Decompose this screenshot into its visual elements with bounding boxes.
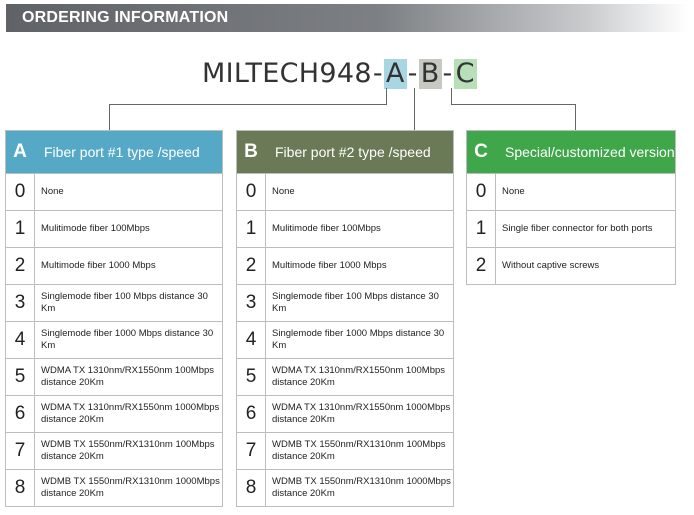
model-segment-b: B: [418, 58, 442, 89]
option-code: 3: [6, 285, 35, 321]
option-code: 1: [6, 211, 35, 247]
option-description: Singlemode fiber 1000 Mbps distance 30 K…: [41, 328, 214, 351]
table-row: 8 WDMB TX 1550nm/RX1310nm 1000Mbps distan…: [237, 469, 453, 506]
model-segment-a: A: [383, 58, 407, 89]
option-description: Mulitimode fiber 100Mbps: [272, 223, 381, 234]
option-description: Singlemode fiber 100 Mbps distance 30 Km: [272, 291, 439, 314]
connector-a-vertical: [386, 88, 387, 104]
connector-c-drop: [575, 104, 576, 130]
model-segment-c: C: [453, 58, 477, 89]
option-description: WDMB TX 1550nm/RX1310nm 100Mbps distance…: [272, 439, 446, 462]
connector-a-horizontal: [109, 104, 387, 105]
table-row: 3 Singlemode fiber 100 Mbps distance 30 K…: [237, 284, 453, 321]
option-description: Multimode fiber 1000 Mbps: [272, 260, 387, 271]
connector-b-vertical: [414, 88, 415, 130]
table-c-letter: C: [474, 141, 488, 162]
option-code: 1: [467, 211, 496, 247]
model-code: MILTECH948- A - B - C: [202, 59, 477, 89]
table-row: 0 None: [237, 173, 453, 210]
option-code: 5: [237, 359, 266, 395]
table-row: 6 WDMA TX 1310nm/RX1550nm 1000Mbps distan…: [237, 395, 453, 432]
model-dash-2: -: [407, 58, 418, 89]
connector-c-horizontal: [451, 104, 576, 105]
option-code: 8: [237, 470, 266, 506]
option-code: 1: [237, 211, 266, 247]
option-code: 0: [237, 174, 266, 210]
option-code: 8: [6, 470, 35, 506]
model-dash-1: -: [372, 58, 383, 89]
table-row: 0 None: [467, 173, 675, 210]
table-row: 2 Multimode fiber 1000 Mbps: [237, 247, 453, 284]
option-code: 7: [237, 433, 266, 469]
table-a-header: A Fiber port #1 type /speed: [6, 131, 222, 173]
table-row: 1 Mulitimode fiber 100Mbps: [237, 210, 453, 247]
table-row: 5 WDMA TX 1310nm/RX1550nm 100Mbps distanc…: [6, 358, 222, 395]
table-row: 6 WDMA TX 1310nm/RX1550nm 1000Mbps distan…: [6, 395, 222, 432]
option-description: WDMB TX 1550nm/RX1310nm 1000Mbps distanc…: [41, 476, 220, 499]
option-code: 6: [6, 396, 35, 432]
table-row: 1 Mulitimode fiber 100Mbps: [6, 210, 222, 247]
table-row: 2 Multimode fiber 1000 Mbps: [6, 247, 222, 284]
table-row: 1 Single fiber connector for both ports: [467, 210, 675, 247]
option-code: 7: [6, 433, 35, 469]
table-row: 7 WDMB TX 1550nm/RX1310nm 100Mbps distanc…: [237, 432, 453, 469]
connector-a-drop: [109, 104, 110, 130]
option-description: Mulitimode fiber 100Mbps: [41, 223, 150, 234]
table-a-fiber-port-1: A Fiber port #1 type /speed 0 None 1 Muliti…: [5, 130, 223, 507]
option-description: None: [272, 186, 295, 197]
option-code: 3: [237, 285, 266, 321]
option-code: 2: [237, 248, 266, 284]
table-a-letter: A: [13, 141, 27, 162]
model-dash-3: -: [442, 58, 453, 89]
option-description: Single fiber connector for both ports: [502, 223, 653, 234]
option-description: Singlemode fiber 1000 Mbps distance 30 K…: [272, 328, 445, 351]
option-description: Multimode fiber 1000 Mbps: [41, 260, 156, 271]
option-description: WDMB TX 1550nm/RX1310nm 100Mbps distance…: [41, 439, 215, 462]
table-row: 0 None: [6, 173, 222, 210]
option-code: 4: [6, 322, 35, 358]
table-a-rows: 0 None 1 Mulitimode fiber 100Mbps 2 Multimode…: [6, 173, 222, 506]
table-b-title: Fiber port #2 type /speed: [275, 143, 431, 160]
option-code: 0: [6, 174, 35, 210]
section-title: ORDERING INFORMATION: [22, 9, 229, 26]
option-code: 5: [6, 359, 35, 395]
option-description: WDMB TX 1550nm/RX1310nm 1000Mbps distanc…: [272, 476, 451, 499]
table-b-rows: 0 None 1 Mulitimode fiber 100Mbps 2 Multimode…: [237, 173, 453, 506]
table-row: 4 Singlemode fiber 1000 Mbps distance 30 …: [6, 321, 222, 358]
table-c-rows: 0 None 1 Single fiber connector for both po…: [467, 173, 675, 284]
table-b-fiber-port-2: B Fiber port #2 type /speed 0 None 1 Muliti…: [236, 130, 454, 507]
option-description: WDMA TX 1310nm/RX1550nm 1000Mbps distanc…: [41, 402, 220, 425]
table-row: 5 WDMA TX 1310nm/RX1550nm 100Mbps distanc…: [237, 358, 453, 395]
connector-c-vertical: [451, 88, 452, 104]
table-a-title: Fiber port #1 type /speed: [44, 143, 200, 160]
option-description: WDMA TX 1310nm/RX1550nm 100Mbps distance…: [41, 365, 215, 388]
option-description: WDMA TX 1310nm/RX1550nm 1000Mbps distanc…: [272, 402, 451, 425]
option-description: None: [41, 186, 64, 197]
table-b-header: B Fiber port #2 type /speed: [237, 131, 453, 173]
option-description: None: [502, 186, 525, 197]
model-base: MILTECH948: [202, 58, 372, 89]
table-row: 3 Singlemode fiber 100 Mbps distance 30 K…: [6, 284, 222, 321]
option-description: Singlemode fiber 100 Mbps distance 30 Km: [41, 291, 208, 314]
table-row: 7 WDMB TX 1550nm/RX1310nm 100Mbps distanc…: [6, 432, 222, 469]
table-c-header: C Special/customized version: [467, 131, 675, 173]
table-row: 4 Singlemode fiber 1000 Mbps distance 30 …: [237, 321, 453, 358]
table-b-letter: B: [244, 141, 258, 162]
option-code: 2: [467, 248, 496, 284]
table-c-special-version: C Special/customized version 0 None 1 Singl…: [466, 130, 676, 285]
option-code: 4: [237, 322, 266, 358]
option-code: 2: [6, 248, 35, 284]
option-description: Without captive screws: [502, 260, 600, 271]
table-c-title: Special/customized version: [505, 143, 675, 160]
option-code: 6: [237, 396, 266, 432]
option-description: WDMA TX 1310nm/RX1550nm 100Mbps distance…: [272, 365, 446, 388]
table-row: 2 Without captive screws: [467, 247, 675, 284]
option-code: 0: [467, 174, 496, 210]
table-row: 8 WDMB TX 1550nm/RX1310nm 1000Mbps distan…: [6, 469, 222, 506]
